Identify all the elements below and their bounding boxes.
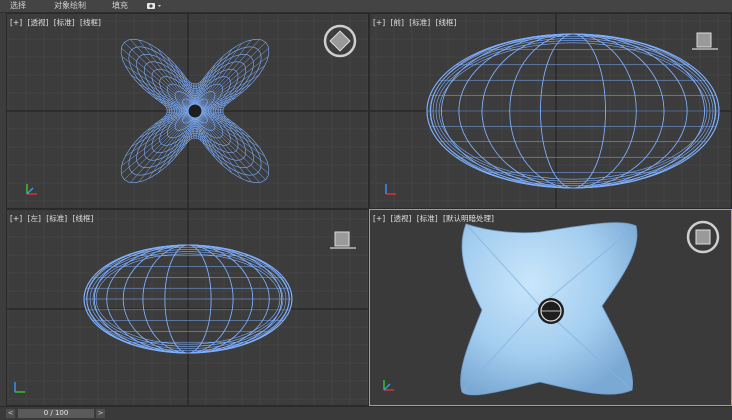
viewport-scene bbox=[7, 14, 368, 208]
viewport-mode-menu[interactable]: [标准] bbox=[46, 214, 67, 223]
center-hole bbox=[187, 103, 203, 119]
viewport-left[interactable]: [+] [左] [标准] [线框] bbox=[6, 209, 369, 406]
shaded-star-object bbox=[460, 222, 638, 396]
viewcube-icon[interactable] bbox=[692, 30, 718, 52]
viewport-scene bbox=[370, 14, 731, 208]
wire-spoke bbox=[194, 84, 252, 112]
viewport-shading-menu[interactable]: [线框] bbox=[73, 214, 94, 223]
wire-spoke bbox=[124, 42, 196, 112]
viewcube-icon[interactable] bbox=[685, 219, 721, 255]
time-slider[interactable]: 0 / 100 bbox=[18, 409, 94, 418]
camera-icon[interactable] bbox=[146, 2, 162, 10]
wire-spoke bbox=[194, 42, 266, 112]
viewport-plus-menu[interactable]: [+] bbox=[373, 214, 385, 223]
menu-item-fill[interactable]: 填充 bbox=[112, 0, 128, 12]
viewport-perspective[interactable]: [+] [透视] [标准] [默认明暗处理] bbox=[369, 209, 732, 406]
viewport-shading-menu[interactable]: [线框] bbox=[436, 18, 457, 27]
axis-tripod-icon bbox=[14, 382, 25, 393]
time-slider-bar: < 0 / 100 > bbox=[0, 406, 732, 420]
viewport-top[interactable]: [+] [透视] [标准] [线框] bbox=[6, 13, 369, 209]
viewport-shading-menu[interactable]: [线框] bbox=[80, 18, 101, 27]
viewport-mode-menu[interactable]: [标准] bbox=[417, 214, 438, 223]
axis-tripod-icon bbox=[26, 184, 37, 195]
viewport-view-menu[interactable]: [透视] bbox=[391, 214, 412, 223]
viewport-plus-menu[interactable]: [+] bbox=[10, 214, 22, 223]
viewport-mode-menu[interactable]: [标准] bbox=[409, 18, 430, 27]
viewport-mode-menu[interactable]: [标准] bbox=[54, 18, 75, 27]
viewcube-icon[interactable] bbox=[323, 24, 357, 58]
next-frame-button[interactable]: > bbox=[96, 409, 105, 418]
viewport-scene bbox=[7, 210, 368, 405]
wire-spoke bbox=[194, 56, 223, 112]
viewport-label[interactable]: [+] [左] [标准] [线框] bbox=[10, 213, 96, 224]
wire-spoke bbox=[138, 84, 196, 112]
wire-spoke bbox=[167, 56, 196, 112]
viewport-view-menu[interactable]: [左] bbox=[28, 214, 41, 223]
viewport-scene bbox=[460, 222, 638, 396]
prev-frame-button[interactable]: < bbox=[6, 409, 15, 418]
wire-spoke bbox=[194, 110, 223, 166]
viewport-label[interactable]: [+] [透视] [标准] [线框] bbox=[10, 17, 104, 28]
menu-item-object-paint[interactable]: 对象绘制 bbox=[54, 0, 86, 12]
viewport-label[interactable]: [+] [透视] [标准] [默认明暗处理] bbox=[373, 213, 497, 224]
viewport-plus-menu[interactable]: [+] bbox=[10, 18, 22, 27]
wire-spoke bbox=[194, 110, 266, 180]
viewport-plus-menu[interactable]: [+] bbox=[373, 18, 385, 27]
menu-item-select[interactable]: 选择 bbox=[10, 0, 26, 12]
viewport-view-menu[interactable]: [前] bbox=[391, 18, 404, 27]
wire-spoke bbox=[194, 110, 252, 138]
wire-spoke bbox=[138, 110, 196, 138]
wire-spoke bbox=[124, 110, 196, 180]
axis-tripod-icon bbox=[385, 184, 396, 195]
viewport-shading-menu[interactable]: [默认明暗处理] bbox=[443, 214, 494, 223]
menu-bar: 选择 对象绘制 填充 bbox=[0, 0, 732, 13]
viewport-view-menu[interactable]: [透视] bbox=[28, 18, 49, 27]
viewcube-icon[interactable] bbox=[330, 229, 356, 251]
viewport-label[interactable]: [+] [前] [标准] [线框] bbox=[373, 17, 459, 28]
viewport-front[interactable]: [+] [前] [标准] [线框] bbox=[369, 13, 732, 209]
axis-tripod-icon bbox=[383, 380, 394, 391]
wire-spoke bbox=[167, 110, 196, 166]
